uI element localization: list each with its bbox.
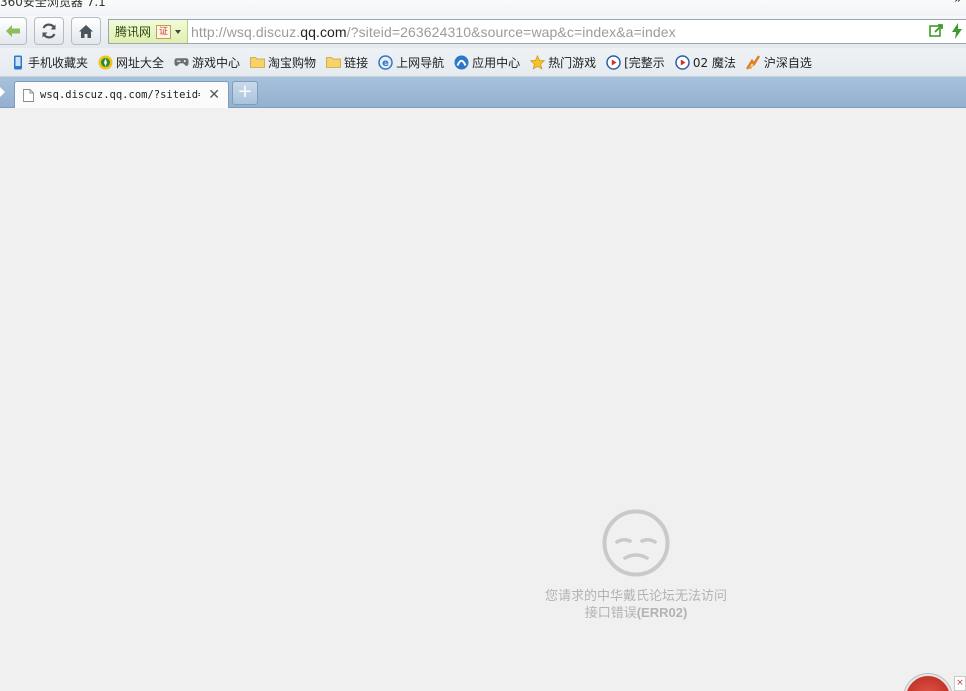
chevron-down-icon xyxy=(175,29,182,34)
gamepad-icon xyxy=(174,55,189,70)
bookmark-item[interactable]: 02 魔法 xyxy=(675,54,736,71)
page-icon xyxy=(23,88,34,102)
bookmark-label: 沪深自选 xyxy=(763,55,812,70)
site-name: 腾讯网 xyxy=(115,25,152,39)
error-code: (ERR02) xyxy=(636,605,688,620)
page-content: 您请求的中华戴氏论坛无法访问 接口错误(ERR02) xyxy=(0,108,966,691)
site-identity-badge[interactable]: 腾讯网 证 xyxy=(109,20,188,43)
certificate-icon: 证 xyxy=(156,24,172,39)
window-title: 360安全浏览器 7.1 xyxy=(0,0,106,9)
navigation-bar: 腾讯网 证 http://wsq.discuz.qq.com/?siteid=2… xyxy=(0,16,966,48)
sad-face-icon xyxy=(602,509,670,577)
bookmark-item[interactable]: e 上网导航 xyxy=(378,54,444,71)
bookmark-label: 02 魔法 xyxy=(692,55,736,70)
play-icon xyxy=(606,54,621,70)
bookmark-label: 手机收藏夹 xyxy=(28,55,89,70)
app-center-icon xyxy=(454,55,469,70)
bookmark-item[interactable]: 淘宝购物 xyxy=(250,54,316,71)
tab-strip: wsq.discuz.qq.com/?siteid=2 ✕ + xyxy=(0,77,966,108)
folder-icon xyxy=(326,55,341,70)
bookmark-item[interactable]: 沪深自选 xyxy=(745,54,812,71)
lightning-icon[interactable] xyxy=(952,23,962,39)
bookmark-item[interactable]: [完整示 xyxy=(606,54,665,71)
titlebar-overflow-button[interactable]: » xyxy=(954,0,962,7)
bookmark-item[interactable]: 热门游戏 xyxy=(530,54,596,71)
tab-title: wsq.discuz.qq.com/?siteid=2 xyxy=(40,89,200,101)
bookmark-item[interactable]: 应用中心 xyxy=(454,54,520,71)
error-text: 接口错误 xyxy=(584,606,637,621)
bookmark-label: 游戏中心 xyxy=(192,55,241,70)
bookmark-label: 淘宝购物 xyxy=(268,55,317,70)
error-line-2: 接口错误(ERR02) xyxy=(520,605,752,622)
star-icon xyxy=(530,54,546,70)
home-icon xyxy=(79,24,93,38)
bookmark-label: 上网导航 xyxy=(396,55,445,70)
bookmark-item[interactable]: 链接 xyxy=(326,54,368,71)
corner-close-button[interactable]: × xyxy=(954,676,966,691)
bookmark-label: 热门游戏 xyxy=(548,55,597,70)
stock-icon xyxy=(745,54,761,70)
play-icon xyxy=(675,54,690,70)
window-titlebar: 360安全浏览器 7.1 » xyxy=(0,0,966,16)
arrow-left-icon xyxy=(6,25,20,37)
url-domain: qq.com xyxy=(300,24,347,40)
bookmark-label: 网址大全 xyxy=(116,55,165,70)
refresh-button[interactable] xyxy=(34,17,64,45)
home-button[interactable] xyxy=(71,17,101,45)
phone-icon xyxy=(10,55,25,70)
url-prefix: http://wsq.discuz. xyxy=(191,24,301,40)
url-text[interactable]: http://wsq.discuz.qq.com/?siteid=2636243… xyxy=(191,24,676,40)
bookmark-item[interactable]: 网址大全 xyxy=(98,54,164,71)
close-icon[interactable]: ✕ xyxy=(208,87,220,103)
bookmark-label: 链接 xyxy=(344,55,369,70)
address-bar[interactable]: 腾讯网 证 http://wsq.discuz.qq.com/?siteid=2… xyxy=(108,19,966,44)
bookmark-label: 应用中心 xyxy=(472,55,521,70)
url-suffix: /?siteid=263624310&source=wap&c=index&a=… xyxy=(346,24,676,40)
tab-scroll-left-icon[interactable] xyxy=(0,87,5,97)
back-button[interactable] xyxy=(0,17,27,45)
share-icon[interactable] xyxy=(929,23,944,38)
bookmark-item[interactable]: 游戏中心 xyxy=(174,54,240,71)
new-tab-button[interactable]: + xyxy=(232,81,258,105)
ie-icon: e xyxy=(378,54,393,70)
svg-text:e: e xyxy=(382,58,389,69)
refresh-icon xyxy=(42,23,56,39)
compass-icon xyxy=(98,55,113,70)
bookmark-label: [完整示 xyxy=(624,55,665,70)
error-message: 您请求的中华戴氏论坛无法访问 接口错误(ERR02) xyxy=(520,508,752,622)
bookmark-item[interactable]: 手机收藏夹 xyxy=(10,54,88,71)
tab-active[interactable]: wsq.discuz.qq.com/?siteid=2 ✕ xyxy=(14,81,229,108)
folder-icon xyxy=(250,55,265,70)
bookmarks-bar: 手机收藏夹 网址大全 游戏中心 淘宝购物 链接 e 上网导航 应用中心 热门游戏… xyxy=(0,48,966,77)
error-line-1: 您请求的中华戴氏论坛无法访问 xyxy=(544,589,727,604)
